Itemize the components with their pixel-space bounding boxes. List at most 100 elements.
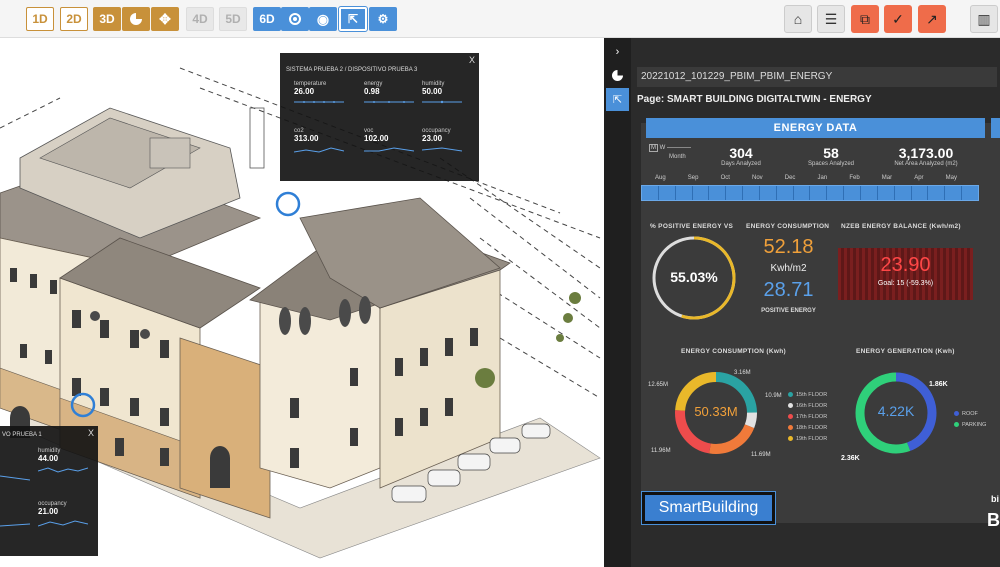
stat-value: 58 xyxy=(823,145,839,161)
stat-label: Days Analyzed xyxy=(721,161,761,167)
sparkline xyxy=(294,101,344,103)
sensor-popup-secondary: VO PRUEBA 1 X humidity 44.00 occupancy 2… xyxy=(0,426,98,556)
positive-energy-label: POSITIVE ENERGY xyxy=(761,308,816,314)
legend-label: 17th FLOOR xyxy=(796,413,828,420)
legend-dot xyxy=(788,425,793,430)
building-button[interactable]: ▥ xyxy=(970,5,998,33)
smartbuilding-logo-box: SmartBuilding xyxy=(641,491,776,525)
smartbuilding-logo: SmartBuilding xyxy=(645,495,772,521)
top-toolbar: 1D 2D 3D ✥ 4D 5D 6D ◉ ⇱ ⚙ ⌂ ☰ ⧉ ✓ ↗ ▥ xyxy=(0,0,1000,38)
3d-model-viewer[interactable]: SISTEMA PRUEBA 2 / DISPOSITIVO PRUEBA 3 … xyxy=(0,38,604,567)
stat-label: Spaces Analyzed xyxy=(807,161,855,167)
donut-label: 1.86K xyxy=(929,381,948,388)
metric-value: 313.00 xyxy=(294,134,319,143)
sparkline xyxy=(37,467,89,473)
open-external-button[interactable]: ⇱ xyxy=(338,6,368,32)
stat-days: 304 Days Analyzed xyxy=(711,145,771,167)
chevron-right-icon: › xyxy=(615,45,620,58)
side-rail: › ⇱ xyxy=(604,38,631,567)
iot-sensor-button[interactable]: ⚙ xyxy=(369,7,397,31)
toggle-m[interactable]: M xyxy=(649,144,658,152)
sparkline-cropped xyxy=(0,475,30,527)
consumption-legend: 15th FLOOR 16th FLOOR 17th FLOOR 18th FL… xyxy=(788,389,827,444)
legend-item: 19th FLOOR xyxy=(788,433,827,444)
metric-value: 102.00 xyxy=(364,134,389,143)
month-label: Apr xyxy=(914,175,924,181)
energy-data-header: ENERGY DATA xyxy=(646,118,985,138)
donut-label: 2.36K xyxy=(841,455,860,462)
legend-label: 15th FLOOR xyxy=(796,391,828,398)
eye-icon: ◉ xyxy=(316,10,330,27)
brand-big: B xyxy=(987,510,1000,530)
stat-value: 3,173.00 xyxy=(898,145,954,161)
view-6d-button[interactable]: 6D xyxy=(253,7,281,31)
donut-label: 10.9M xyxy=(765,393,782,399)
trend-button[interactable]: ↗ xyxy=(918,5,946,33)
metric-value: 23.00 xyxy=(422,134,443,143)
home-icon: ⌂ xyxy=(793,11,803,27)
record-button[interactable] xyxy=(281,7,309,31)
sensor-popup-close-button[interactable]: X xyxy=(469,55,475,65)
move-icon: ✥ xyxy=(159,10,171,27)
legend-dot xyxy=(954,411,959,416)
visibility-button[interactable]: ◉ xyxy=(309,7,337,31)
copy-button[interactable]: ⧉ xyxy=(851,5,879,33)
view-3d-button[interactable]: 3D xyxy=(93,7,121,31)
energy-consumption-title: ENERGY CONSUMPTION xyxy=(746,223,830,230)
legend-item: PARKING xyxy=(954,419,986,430)
metric-value: 21.00 xyxy=(38,507,59,516)
donut-label: 11.96M xyxy=(651,448,671,454)
sensor-popup-close-button[interactable]: X xyxy=(88,428,94,438)
month-label: Mar xyxy=(881,175,893,181)
metric-value: 44.00 xyxy=(38,454,59,463)
legend-dot xyxy=(788,436,793,441)
month-slicer[interactable] xyxy=(641,185,979,201)
legend-item: ROOF xyxy=(954,408,986,419)
open-external-tab[interactable]: ⇱ xyxy=(606,88,629,111)
view-4d-button[interactable]: 4D xyxy=(186,7,214,31)
month-label: Oct xyxy=(720,175,730,181)
nzeb-goal: Goal: 15 (-59.3%) xyxy=(877,280,934,287)
legend-item: 17th FLOOR xyxy=(788,411,827,422)
month-label: Aug xyxy=(655,175,666,181)
sparkline xyxy=(421,147,463,152)
view-1d-button[interactable]: 1D xyxy=(26,7,54,31)
generation-legend: ROOF PARKING xyxy=(954,408,986,430)
collapse-button[interactable]: › xyxy=(606,40,629,63)
month-label: Nov xyxy=(752,175,763,181)
brand-small: bi xyxy=(991,494,999,504)
legend-label: 16th FLOOR xyxy=(796,402,828,409)
positive-energy-percent: 55.03% xyxy=(670,269,718,285)
sensor-icon: ⚙ xyxy=(377,12,389,26)
consumption-chart-title: ENERGY CONSUMPTION (Kwh) xyxy=(681,348,786,355)
sparkline xyxy=(364,147,415,152)
dashboard-card: ENERGY DATA M W Month 304 Days Analyzed … xyxy=(641,118,1000,523)
month-label: Dec xyxy=(784,175,796,181)
building-icon: ▥ xyxy=(977,10,991,27)
analytics-button[interactable] xyxy=(122,7,150,31)
view-2d-button[interactable]: 2D xyxy=(60,7,88,31)
legend-dot xyxy=(788,392,793,397)
toggle-w[interactable]: W xyxy=(660,145,666,151)
legend-item: 15th FLOOR xyxy=(788,389,827,400)
home-button[interactable]: ⌂ xyxy=(784,5,812,33)
target-icon xyxy=(289,13,301,25)
move-button[interactable]: ✥ xyxy=(151,7,179,31)
sparkline xyxy=(37,520,89,527)
month-labels: Aug Sep Oct Nov Dec Jan Feb Mar Apr May xyxy=(641,175,971,181)
analytics-tab[interactable] xyxy=(606,64,629,87)
generation-total: 4.22K xyxy=(877,403,915,419)
check-button[interactable]: ✓ xyxy=(884,5,912,33)
nzeb-value: 23.90 xyxy=(880,254,931,276)
donut-label: 3.16M xyxy=(734,370,751,376)
legend-label: 18th FLOOR xyxy=(796,424,828,431)
sparkline xyxy=(422,100,462,104)
period-toggle[interactable]: M W Month xyxy=(649,144,692,160)
nzeb-title: NZEB ENERGY BALANCE (Kwh/m2) xyxy=(841,223,961,230)
report-name: 20221012_101229_PBIM_PBIM_ENERGY xyxy=(641,71,833,82)
report-name-bar: 20221012_101229_PBIM_PBIM_ENERGY xyxy=(637,67,997,87)
nzeb-panel: 23.90 Goal: 15 (-59.3%) xyxy=(838,248,973,300)
list-button[interactable]: ☰ xyxy=(817,5,845,33)
pie-chart-icon xyxy=(130,13,142,25)
view-5d-button[interactable]: 5D xyxy=(219,7,247,31)
